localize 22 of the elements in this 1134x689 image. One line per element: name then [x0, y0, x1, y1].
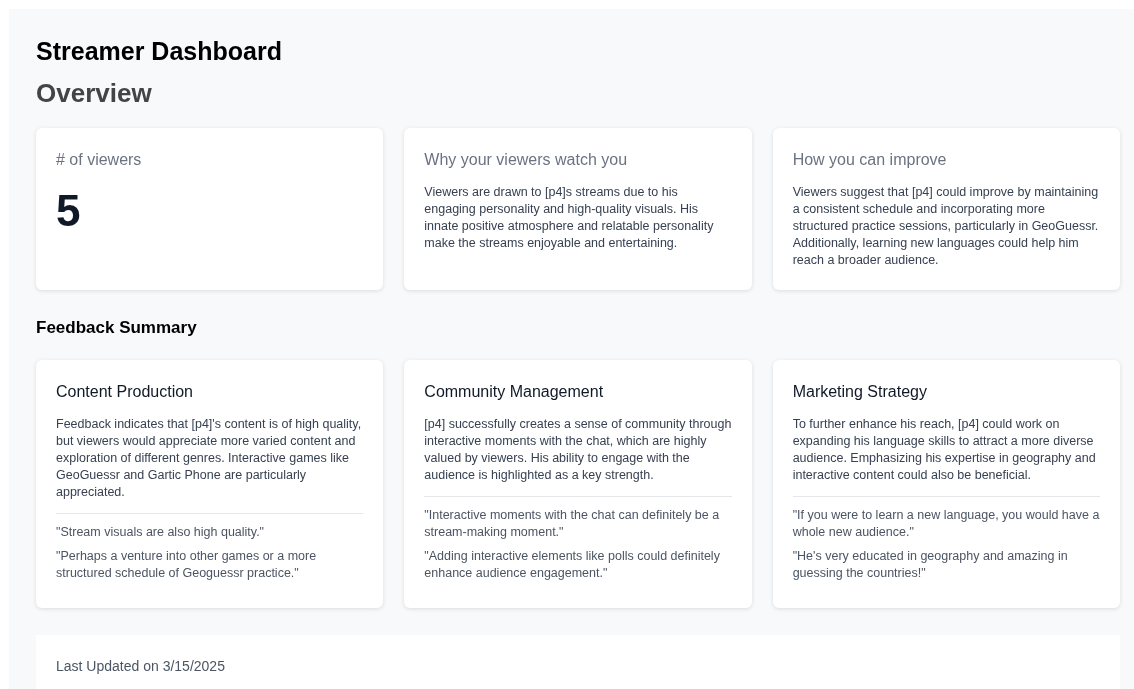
section-heading: Overview [36, 77, 153, 109]
viewer-count: 5 [56, 186, 82, 236]
viewer-quote: "Perhaps a venture into other games or a more structured schedule of Geoguessr practice." [56, 548, 318, 582]
viewer-quote: "Stream visuals are also high quality." [56, 524, 266, 541]
card-text: Feedback indicates that [p4]'s content is of high quality, but viewers would appreciate more varied content and exploration of different genres. Interactive games like GeoGuessr and Gartic Phone are particularly appreciated. [56, 416, 363, 501]
viewer-quote: "Adding interactive elements like polls could definitely enhance audience engagement." [424, 548, 721, 582]
card-text: [p4] successfully creates a sense of community through interactive moments with the chat, which are highly valued by viewers. His ability to engage with the audience is highlighted as a key strength. [424, 416, 732, 484]
viewer-quote: "If you were to learn a new language, you would have a whole new audience." [792, 507, 1100, 541]
page-title: Streamer Dashboard [36, 36, 283, 67]
section-heading: Feedback Summary [36, 318, 198, 338]
viewer-quote: "He's very educated in geography and amazing in guessing the countries!" [792, 548, 1069, 582]
card-text: Viewers are drawn to [p4]s streams due to his engaging personality and high-quality visuals. His innate positive atmosphere and relatable personality make the streams enjoyable and entertaining. [424, 184, 715, 252]
card-text: Viewers suggest that [p4] could improve by maintaining a consistent schedule and incorporating more structured practice sessions, particularly in GeoGuessr. Additionally, learning new languages could help him reach a broader audience. [792, 184, 1100, 269]
card-text: To further enhance his reach, [p4] could work on expanding his language skills to attract a more diverse audience. Emphasizing his expertise in geography and interactive content could also be beneficial. [792, 416, 1097, 484]
card-title: # of viewers [56, 150, 143, 170]
card-title: Why your viewers watch you [424, 150, 629, 170]
last-updated-text: Last Updated on 3/15/2025 [56, 658, 225, 674]
card-title: Marketing Strategy [792, 382, 928, 402]
card-title: How you can improve [792, 150, 948, 170]
card-title: Community Management [424, 382, 605, 402]
card-title: Content Production [56, 382, 194, 402]
viewer-quote: "Interactive moments with the chat can definitely be a stream-making moment." [424, 507, 721, 541]
